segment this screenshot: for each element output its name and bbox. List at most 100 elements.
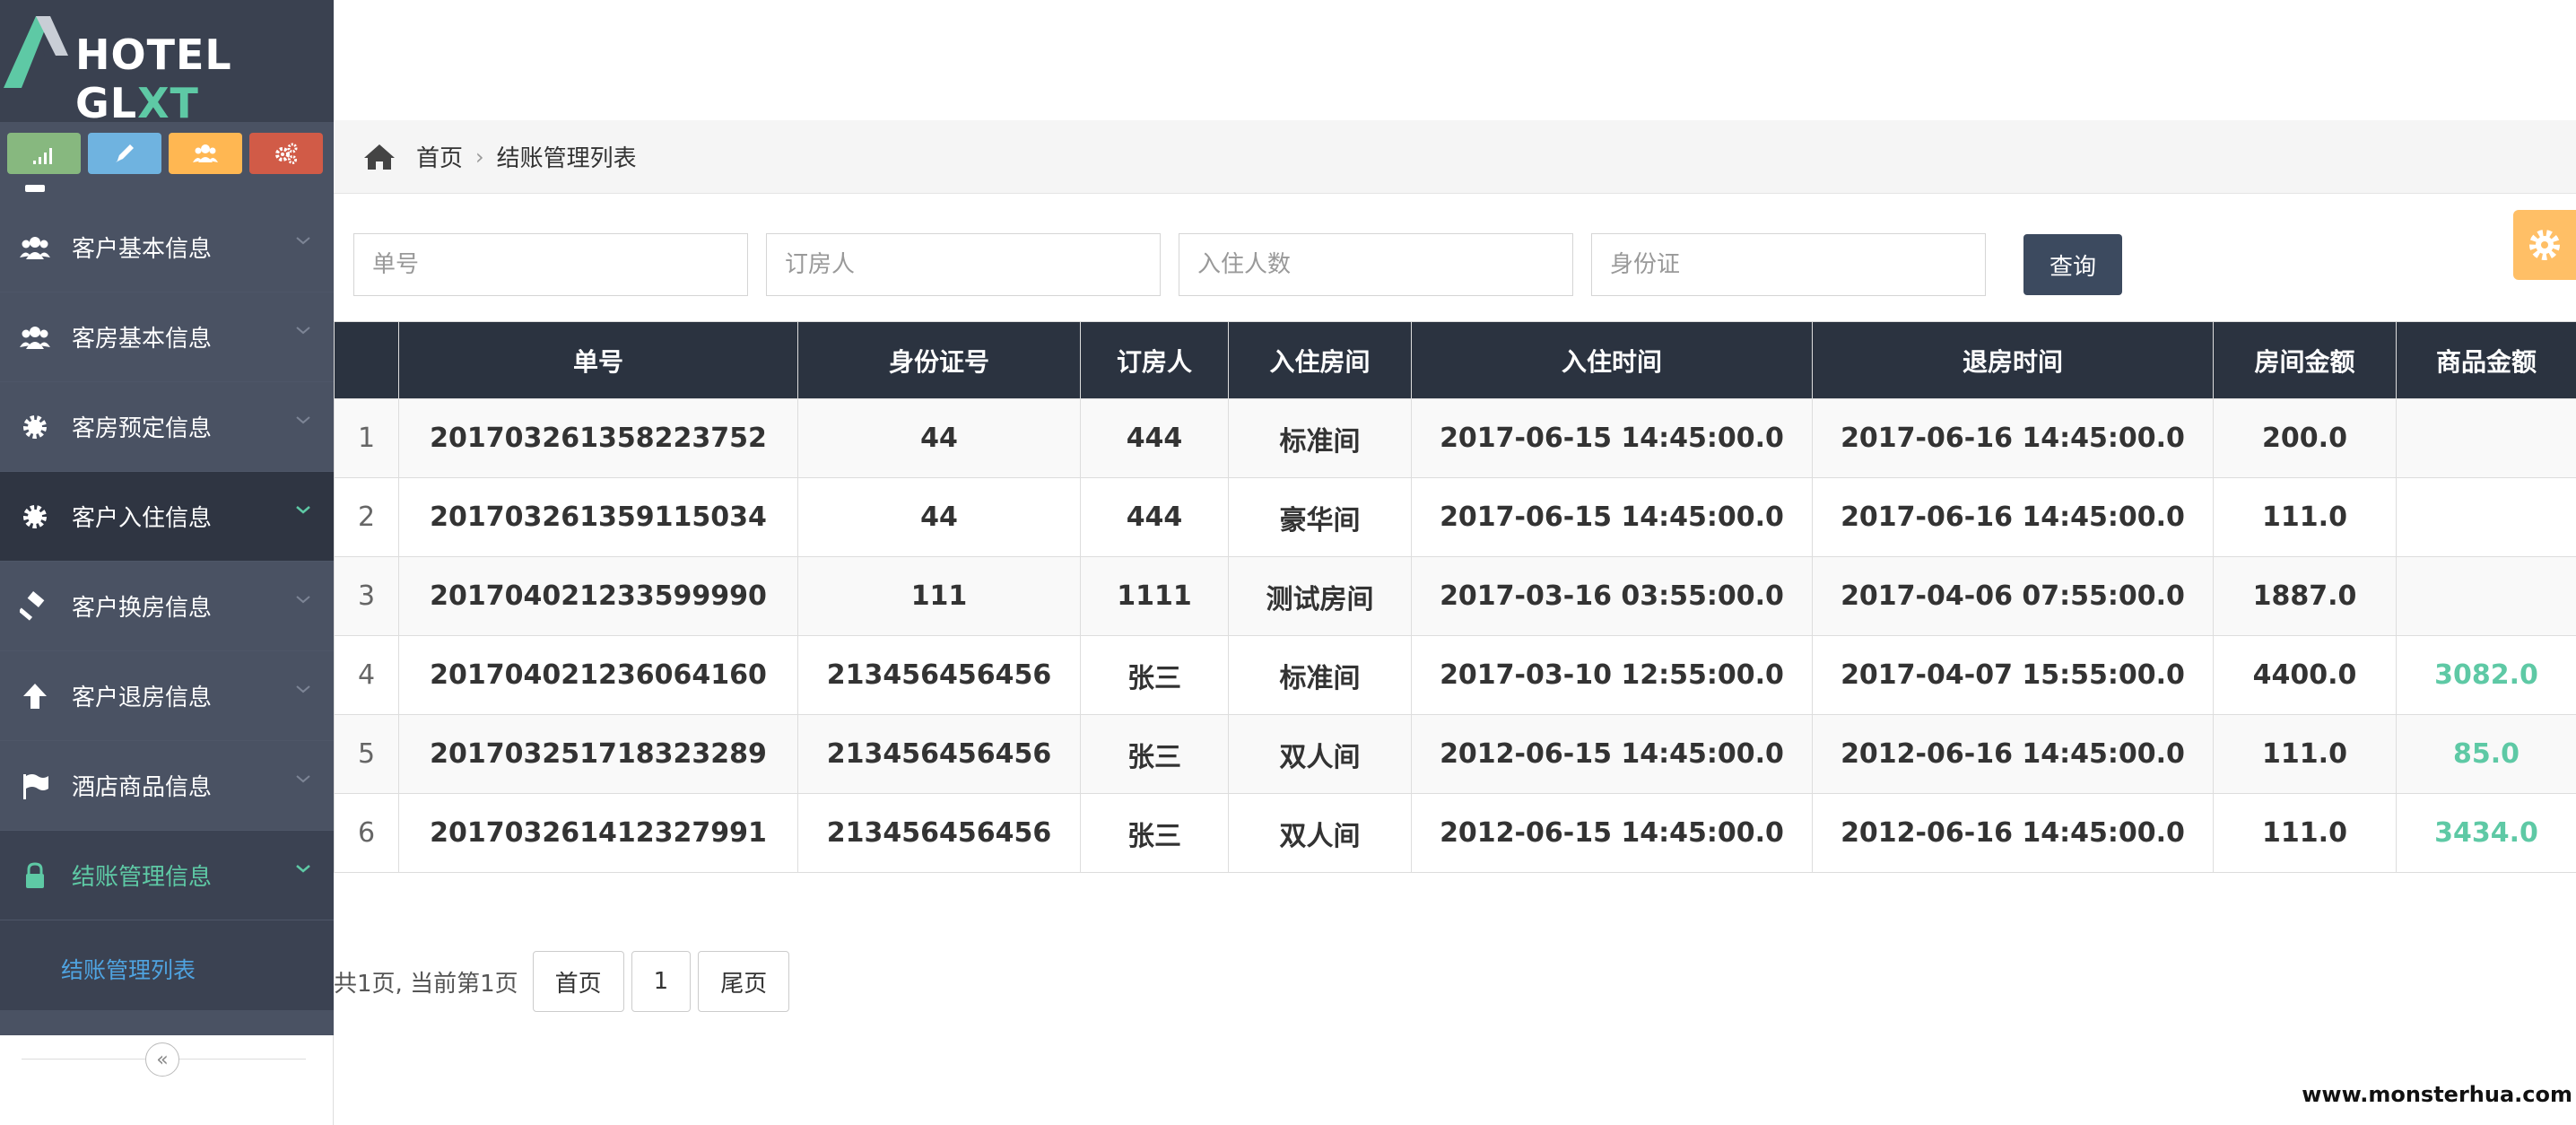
sidebar-item-checkout[interactable]: 客户退房信息 <box>0 651 334 741</box>
sidebar-collapse-bar: « <box>0 1035 334 1125</box>
cog-icon <box>18 500 52 534</box>
logo-mark-icon <box>4 16 68 88</box>
users-icon <box>18 320 52 354</box>
row-index: 4 <box>334 635 399 715</box>
billing-table: 单号 身份证号 订房人 入住房间 入住时间 退房时间 房间金额 商品金额 1 2… <box>334 321 2576 873</box>
sidebar-item-label: 客户退房信息 <box>72 685 213 711</box>
checkout-cell: 2012-06-16 14:45:00.0 <box>1812 714 2214 794</box>
room-amount-cell: 200.0 <box>2213 398 2397 478</box>
last-page-button[interactable]: 尾页 <box>698 951 790 1012</box>
sidebar-item-hotel-goods[interactable]: 酒店商品信息 <box>0 741 334 831</box>
chevron-down-icon <box>296 237 310 245</box>
id-card-cell: 213456456456 <box>797 714 1081 794</box>
watermark-text: www.monsterhua.com <box>2302 1082 2572 1107</box>
id-card-cell: 44 <box>797 477 1081 557</box>
checkout-cell: 2017-04-07 15:55:00.0 <box>1812 635 2214 715</box>
table-row[interactable]: 5 201703251718323289 213456456456 张三 双人间… <box>334 714 2576 794</box>
sidebar-item-label: 结账管理信息 <box>72 864 213 891</box>
submenu-item-billing-list[interactable]: 结账管理列表 <box>61 953 196 985</box>
sidebar-item-billing[interactable]: 结账管理信息 <box>0 831 334 920</box>
query-button[interactable]: 查询 <box>2023 234 2122 295</box>
booker-cell: 444 <box>1080 398 1229 478</box>
col-room-amount-header: 房间金额 <box>2213 321 2397 399</box>
breadcrumb-home-link[interactable]: 首页 <box>416 140 463 173</box>
first-page-button[interactable]: 首页 <box>532 951 624 1012</box>
page-1-button[interactable]: 1 <box>631 951 692 1012</box>
shortcut-pencil-button[interactable] <box>88 133 161 174</box>
users-icon <box>193 144 218 162</box>
guest-count-input[interactable] <box>1179 233 1573 296</box>
filter-bar: 查询 <box>353 233 2122 296</box>
collapse-sidebar-button[interactable]: « <box>145 1042 179 1077</box>
room-amount-cell: 1887.0 <box>2213 556 2397 636</box>
order-no-cell: 201703261412327991 <box>398 793 798 873</box>
col-order-no-header: 单号 <box>398 321 798 399</box>
table-row[interactable]: 6 201703261412327991 213456456456 张三 双人间… <box>334 793 2576 873</box>
row-index: 2 <box>334 477 399 557</box>
shortcut-settings-button[interactable] <box>249 133 323 174</box>
room-cell: 双人间 <box>1228 714 1412 794</box>
table-row[interactable]: 4 201704021236064160 213456456456 张三 标准间… <box>334 635 2576 715</box>
sidebar-item-customer-info[interactable]: 客户基本信息 <box>0 203 334 292</box>
sidebar-item-room-change[interactable]: 客户换房信息 <box>0 562 334 651</box>
order-no-cell: 201703261359115034 <box>398 477 798 557</box>
id-card-cell: 111 <box>797 556 1081 636</box>
table-row[interactable]: 1 201703261358223752 44 444 标准间 2017-06-… <box>334 398 2576 478</box>
booker-input[interactable] <box>766 233 1161 296</box>
sidebar-item-room-info[interactable]: 客房基本信息 <box>0 292 334 382</box>
shortcut-bar <box>7 133 323 174</box>
goods-amount-cell: 85.0 <box>2396 714 2576 794</box>
sidebar-menu: 客户基本信息 客房基本信息 客房预定信息 客户入住信息 客户换房信息 客户退房信… <box>0 183 334 1010</box>
sidebar-item-checkin[interactable]: 客户入住信息 <box>0 472 334 562</box>
order-no-cell: 201703261358223752 <box>398 398 798 478</box>
breadcrumb: 首页 › 结账管理列表 <box>334 120 2576 194</box>
arrow-up-icon <box>18 679 52 713</box>
room-cell: 双人间 <box>1228 793 1412 873</box>
app-logo-text: HOTEL GLXT <box>75 31 232 127</box>
id-card-input[interactable] <box>1591 233 1986 296</box>
checkout-cell: 2012-06-16 14:45:00.0 <box>1812 793 2214 873</box>
main-content: 首页 › 结账管理列表 查询 单号 身份证号 订房人 入住房间 入住时间 退房时… <box>334 0 2576 1125</box>
home-icon <box>364 144 395 170</box>
row-index: 1 <box>334 398 399 478</box>
chevron-down-icon <box>296 506 310 514</box>
room-amount-cell: 111.0 <box>2213 714 2397 794</box>
signal-icon <box>33 148 52 164</box>
order-no-cell: 201704021236064160 <box>398 635 798 715</box>
gavel-icon <box>18 589 52 624</box>
flag-icon <box>18 769 52 803</box>
shortcut-signal-button[interactable] <box>7 133 81 174</box>
pagination-info: 共1页, 当前第1页 <box>334 970 518 998</box>
id-card-cell: 213456456456 <box>797 793 1081 873</box>
room-cell: 标准间 <box>1228 398 1412 478</box>
breadcrumb-separator: › <box>475 144 484 170</box>
checkout-cell: 2017-06-16 14:45:00.0 <box>1812 477 2214 557</box>
chevron-down-icon <box>296 865 310 873</box>
sidebar-item-room-booking[interactable]: 客房预定信息 <box>0 382 334 472</box>
table-row[interactable]: 3 201704021233599990 111 1111 测试房间 2017-… <box>334 556 2576 636</box>
chevron-down-icon <box>296 775 310 783</box>
chevron-down-icon <box>296 596 310 604</box>
checkin-cell: 2012-06-15 14:45:00.0 <box>1411 793 1813 873</box>
goods-amount-cell <box>2396 477 2576 557</box>
checkin-cell: 2017-03-16 03:55:00.0 <box>1411 556 1813 636</box>
checkout-cell: 2017-04-06 07:55:00.0 <box>1812 556 2214 636</box>
room-amount-cell: 111.0 <box>2213 793 2397 873</box>
room-cell: 豪华间 <box>1228 477 1412 557</box>
table-header-row: 单号 身份证号 订房人 入住房间 入住时间 退房时间 房间金额 商品金额 <box>334 321 2576 399</box>
settings-toggle-button[interactable] <box>2513 210 2576 280</box>
sidebar-item-label: 客户基本信息 <box>72 236 213 263</box>
cogs-icon <box>275 143 298 164</box>
col-checkout-header: 退房时间 <box>1812 321 2214 399</box>
table-row[interactable]: 2 201703261359115034 44 444 豪华间 2017-06-… <box>334 477 2576 557</box>
sidebar-item-label: 客房预定信息 <box>72 415 213 442</box>
goods-amount-cell <box>2396 556 2576 636</box>
col-booker-header: 订房人 <box>1080 321 1229 399</box>
order-no-input[interactable] <box>353 233 748 296</box>
col-index-header <box>334 321 399 399</box>
booker-cell: 张三 <box>1080 793 1229 873</box>
sidebar-item-label: 客户入住信息 <box>72 505 213 532</box>
shortcut-users-button[interactable] <box>169 133 242 174</box>
order-no-cell: 201703251718323289 <box>398 714 798 794</box>
checkin-cell: 2017-06-15 14:45:00.0 <box>1411 398 1813 478</box>
